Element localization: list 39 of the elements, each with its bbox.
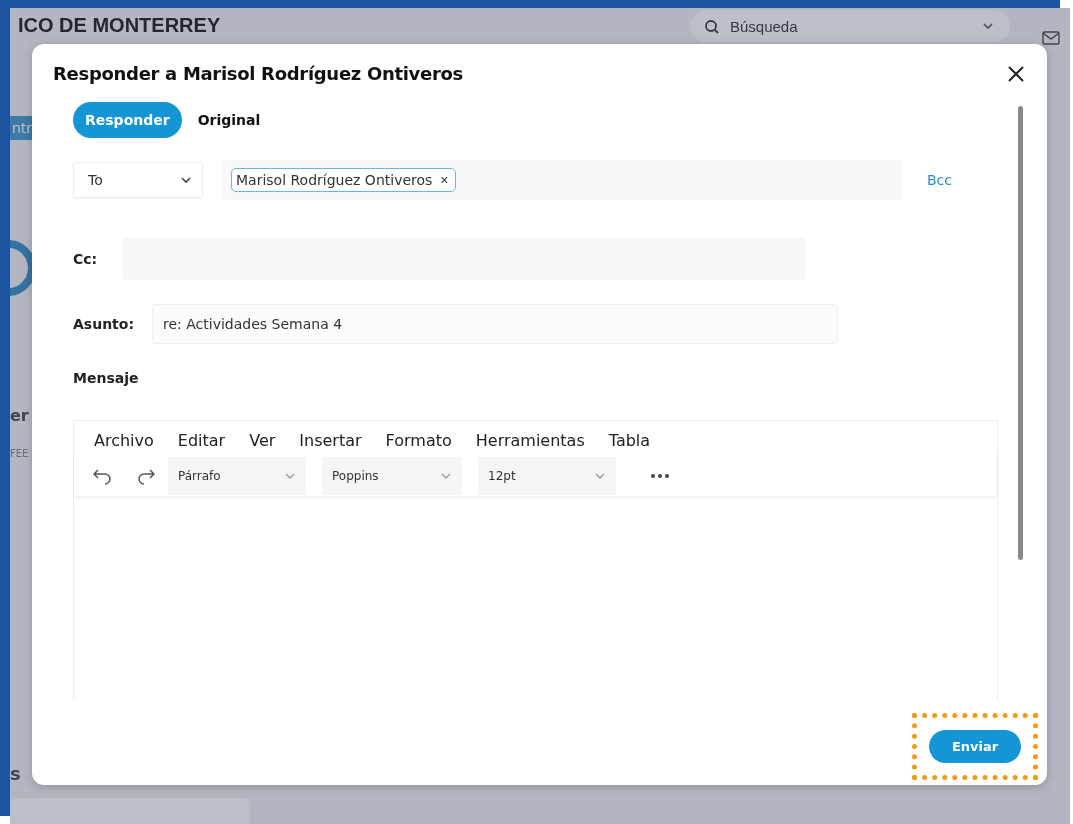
more-icon[interactable] bbox=[650, 473, 670, 479]
menu-item[interactable]: Tabla bbox=[608, 431, 651, 450]
search-field[interactable]: Búsqueda bbox=[690, 10, 1010, 42]
page-text: er bbox=[10, 406, 29, 425]
tab[interactable]: Original bbox=[185, 102, 273, 138]
page-text: ntr bbox=[10, 116, 35, 140]
recipients-field[interactable]: Marisol Rodríguez Ontiveros × bbox=[223, 160, 903, 200]
page-title: ICO DE MONTERREY bbox=[18, 14, 221, 37]
field-label: Cc: bbox=[73, 251, 98, 267]
font-size-dropdown[interactable]: 12pt bbox=[478, 457, 616, 495]
chevron-down-icon bbox=[594, 471, 606, 481]
subject-field[interactable]: re: Actividades Semana 4 bbox=[152, 304, 838, 344]
page-text: FEE bbox=[10, 448, 29, 459]
menu-item[interactable]: Ver bbox=[249, 431, 276, 450]
menu-item[interactable]: Formato bbox=[385, 431, 452, 450]
scrollbar[interactable] bbox=[1018, 106, 1023, 560]
menu-item[interactable]: Editar bbox=[177, 431, 226, 450]
field-label: Asunto: bbox=[73, 316, 134, 332]
bcc-link[interactable]: Bcc bbox=[927, 172, 952, 188]
menu-item[interactable]: Insertar bbox=[299, 431, 362, 450]
menu-item[interactable]: Herramientas bbox=[475, 431, 585, 450]
chevron-down-icon bbox=[180, 175, 192, 185]
redo-icon[interactable] bbox=[136, 467, 156, 485]
message-editor[interactable]: Archivo Editar Ver Insertar Formato Herramientas Tabla Párrafo Poppins 12pt bbox=[73, 420, 998, 700]
menu-item[interactable]: Archivo bbox=[94, 431, 154, 450]
font-dropdown[interactable]: Poppins bbox=[322, 457, 462, 495]
page-text: s bbox=[10, 763, 21, 784]
recipient-name: Marisol Rodríguez Ontiveros bbox=[236, 172, 433, 188]
recipient-type-dropdown[interactable]: To bbox=[73, 162, 203, 198]
chevron-down-icon bbox=[982, 21, 994, 31]
dialog-title: Responder a Marisol Rodríguez Ontiveros bbox=[53, 63, 464, 84]
chevron-down-icon bbox=[284, 471, 296, 481]
format-dropdown[interactable]: Párrafo bbox=[168, 457, 306, 495]
mail-icon bbox=[1042, 31, 1060, 45]
undo-icon[interactable] bbox=[92, 467, 112, 485]
field-label: Mensaje bbox=[73, 370, 140, 386]
remove-button[interactable]: × bbox=[438, 172, 451, 188]
close-icon bbox=[1007, 64, 1025, 83]
chevron-down-icon bbox=[440, 471, 452, 481]
